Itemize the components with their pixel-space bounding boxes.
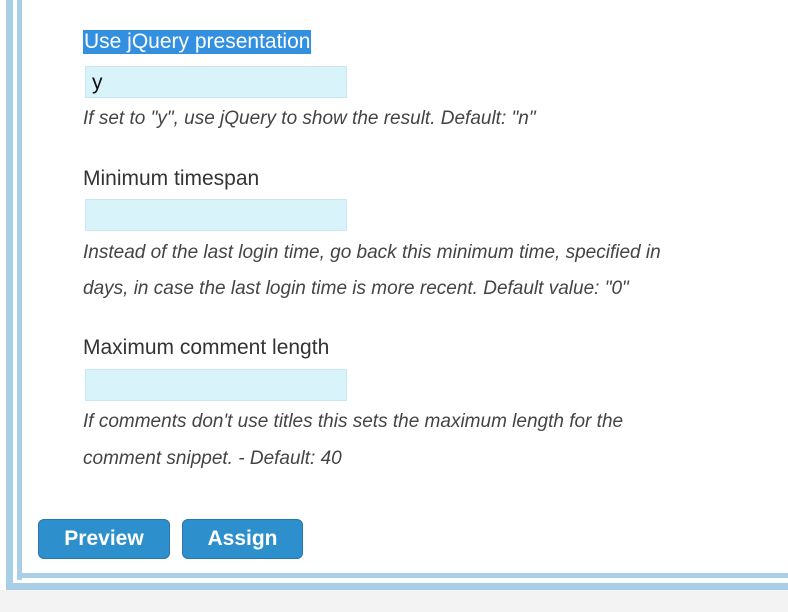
minimum-timespan-help-line2: days, in case the last login time is mor… — [83, 278, 629, 299]
panel-border-left-outer — [6, 0, 13, 590]
jquery-presentation-label: Use jQuery presentation — [83, 30, 312, 54]
minimum-timespan-help-line1: Instead of the last login time, go back … — [83, 242, 661, 263]
preview-button[interactable]: Preview — [38, 519, 170, 559]
minimum-timespan-label: Minimum timespan — [83, 167, 260, 190]
page-footer-area — [0, 590, 788, 612]
panel-border-left-inner — [17, 0, 22, 580]
minimum-timespan-input[interactable] — [85, 199, 347, 231]
max-comment-length-help-line2: comment snippet. - Default: 40 — [83, 448, 342, 469]
jquery-presentation-input[interactable]: y — [85, 66, 347, 98]
jquery-presentation-help: If set to "y", use jQuery to show the re… — [83, 108, 536, 129]
panel-border-bottom-inner — [17, 573, 788, 578]
panel-border-bottom-outer — [6, 583, 788, 590]
assign-button[interactable]: Assign — [182, 519, 303, 559]
module-params-panel: Use jQuery presentation y If set to "y",… — [0, 0, 788, 612]
max-comment-length-label: Maximum comment length — [83, 336, 330, 359]
max-comment-length-input[interactable] — [85, 369, 347, 401]
max-comment-length-help-line1: If comments don't use titles this sets t… — [83, 411, 624, 432]
